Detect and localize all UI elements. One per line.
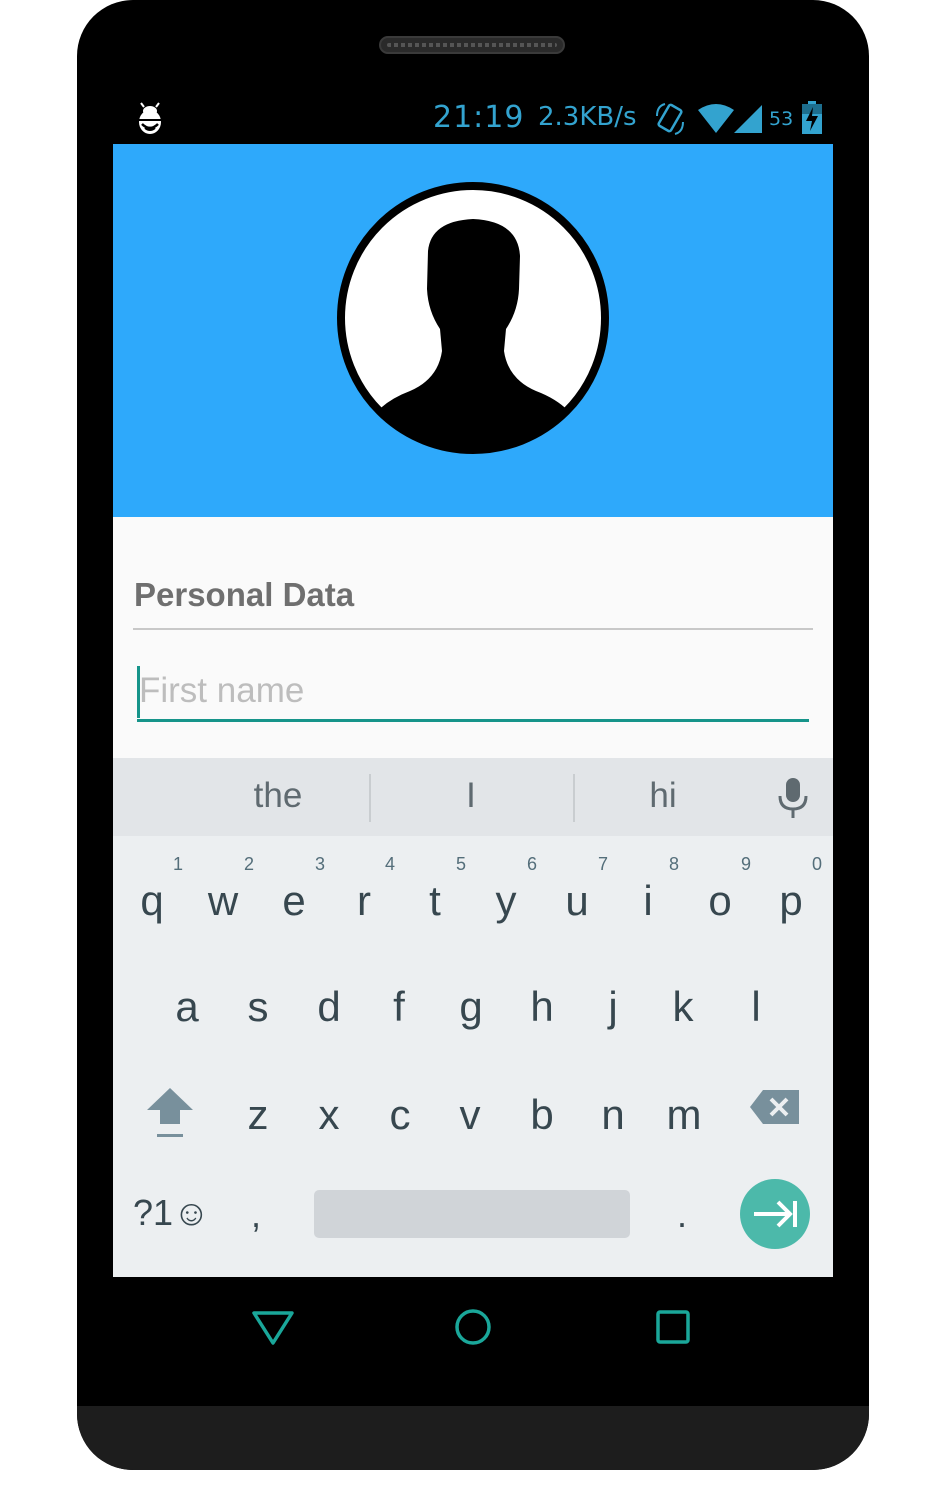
microphone-icon[interactable]	[773, 776, 813, 820]
key-t[interactable]: t5	[400, 850, 470, 950]
key-q[interactable]: q1	[117, 850, 187, 950]
key-x[interactable]: x	[294, 1064, 364, 1164]
key-r[interactable]: r4	[329, 850, 399, 950]
key-d[interactable]: d	[294, 956, 364, 1056]
first-name-field[interactable]	[137, 662, 809, 722]
section-divider	[133, 628, 813, 630]
shift-icon[interactable]	[143, 1084, 197, 1144]
person-silhouette-icon[interactable]	[336, 181, 610, 455]
cell-signal-icon	[734, 105, 762, 133]
key-f[interactable]: f	[364, 956, 434, 1056]
key-c[interactable]: c	[365, 1064, 435, 1164]
key-w[interactable]: w2	[188, 850, 258, 950]
battery-percent: 53	[769, 108, 794, 130]
key-a[interactable]: a	[152, 956, 222, 1056]
key-s[interactable]: s	[223, 956, 293, 1056]
soft-keyboard: the I hi q1 w2 e3 r4 t5 y6 u7 i8 o9 p0 a…	[113, 758, 833, 1277]
phone-chin	[77, 1406, 869, 1470]
suggestion-2[interactable]: I	[371, 776, 571, 816]
key-l[interactable]: l	[721, 956, 791, 1056]
key-m[interactable]: m	[649, 1064, 719, 1164]
debug-bug-icon	[137, 102, 163, 134]
back-icon[interactable]	[251, 1305, 295, 1349]
comma-key[interactable]: ,	[251, 1194, 261, 1236]
key-o[interactable]: o9	[685, 850, 755, 950]
navigation-bar	[113, 1277, 833, 1377]
enter-key[interactable]	[740, 1179, 810, 1249]
key-i[interactable]: i8	[613, 850, 683, 950]
key-b[interactable]: b	[507, 1064, 577, 1164]
key-p[interactable]: p0	[756, 850, 826, 950]
section-title: Personal Data	[134, 576, 355, 613]
app-screen: Personal Data the I hi q1 w2 e3 r4 t5 y6…	[113, 144, 833, 1277]
status-time: 21:19	[433, 100, 525, 135]
rotate-icon	[656, 103, 684, 135]
key-n[interactable]: n	[578, 1064, 648, 1164]
symbols-key[interactable]: ?1☺	[133, 1192, 210, 1234]
status-bar: 21:19 2.3KB/s 53	[113, 92, 833, 144]
text-caret	[137, 666, 140, 718]
space-bar[interactable]	[314, 1190, 630, 1238]
key-j[interactable]: j	[578, 956, 648, 1056]
earpiece-speaker	[379, 36, 565, 54]
key-u[interactable]: u7	[542, 850, 612, 950]
period-key[interactable]: .	[677, 1194, 687, 1236]
network-speed: 2.3KB/s	[538, 102, 637, 132]
profile-header	[113, 144, 833, 517]
suggestion-strip: the I hi	[113, 758, 833, 836]
key-k[interactable]: k	[648, 956, 718, 1056]
wifi-icon	[698, 104, 734, 133]
enter-next-icon	[754, 1200, 797, 1228]
battery-charging-icon	[802, 101, 822, 134]
suggestion-3[interactable]: hi	[563, 776, 763, 816]
key-h[interactable]: h	[507, 956, 577, 1056]
suggestion-1[interactable]: the	[178, 776, 378, 816]
recents-icon[interactable]	[651, 1305, 695, 1349]
key-z[interactable]: z	[223, 1064, 293, 1164]
key-g[interactable]: g	[436, 956, 506, 1056]
backspace-icon[interactable]	[749, 1088, 801, 1126]
key-v[interactable]: v	[435, 1064, 505, 1164]
home-icon[interactable]	[451, 1305, 495, 1349]
key-y[interactable]: y6	[471, 850, 541, 950]
key-e[interactable]: e3	[259, 850, 329, 950]
